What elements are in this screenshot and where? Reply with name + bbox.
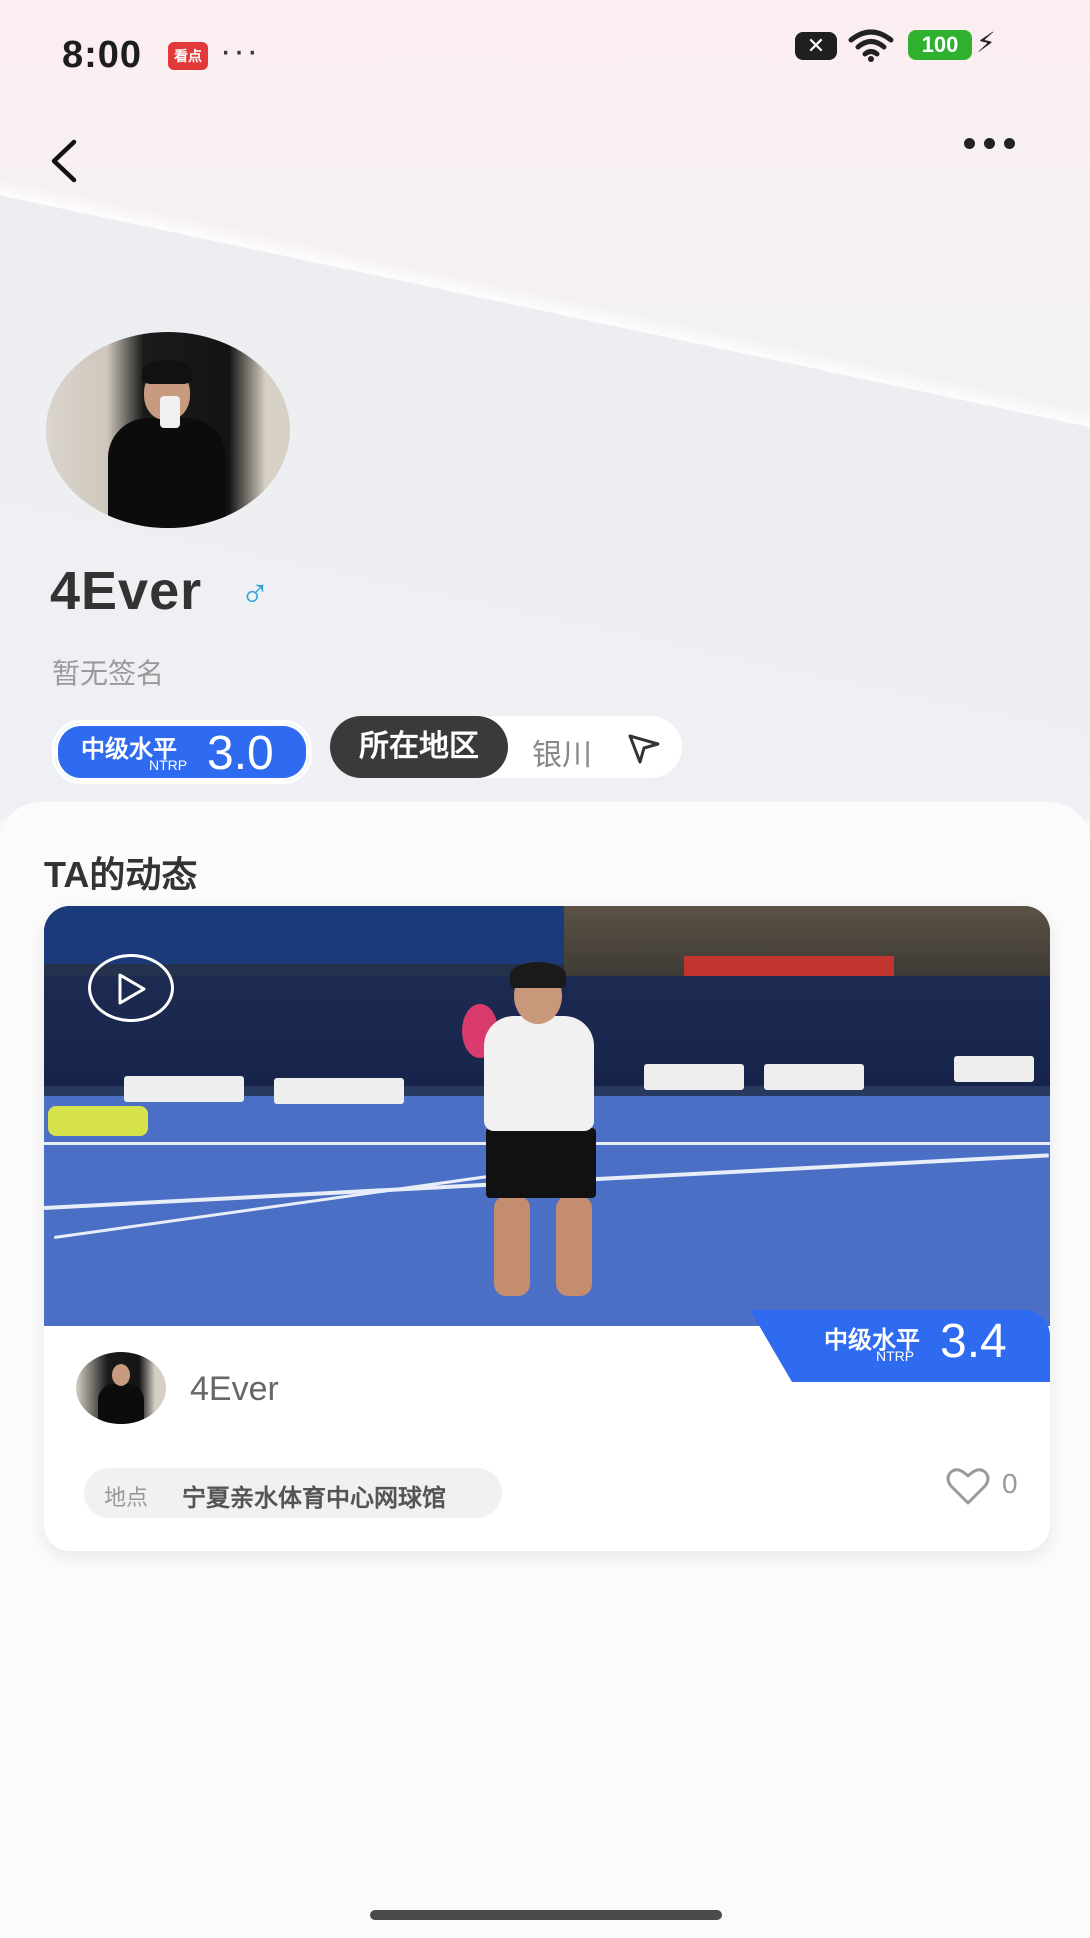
profile-signature: 暂无签名	[52, 658, 165, 689]
post-author-name[interactable]: 4Ever	[190, 1370, 279, 1409]
sim-status-icon: ✕	[795, 32, 837, 60]
location-value: 宁夏亲水体育中心网球馆	[182, 1485, 446, 1512]
status-time: 8:00	[62, 34, 143, 76]
post-video-thumbnail[interactable]	[44, 906, 1050, 1326]
post-level-ribbon: 中级水平 NTRP 3.4	[750, 1310, 1050, 1382]
post-level-value: 3.4	[940, 1315, 1007, 1368]
more-horizontal-icon	[964, 138, 975, 149]
app-badge-icon: 看点	[168, 42, 208, 70]
status-more-dots: ···	[220, 32, 260, 70]
chevron-left-icon	[51, 139, 77, 183]
play-button[interactable]	[88, 954, 174, 1022]
play-icon	[118, 973, 146, 1005]
post-level-sub-label: NTRP	[876, 1348, 915, 1364]
level-sub-label: NTRP	[149, 757, 188, 773]
region-value: 银川	[532, 739, 592, 772]
home-indicator[interactable]	[370, 1910, 722, 1920]
post-author-avatar[interactable]	[76, 1352, 166, 1424]
region-chip[interactable]: 所在地区 银川	[330, 716, 682, 778]
battery-indicator: 100	[908, 30, 972, 60]
charging-bolt-icon: ⚡	[976, 27, 996, 58]
post-location-chip[interactable]: 地点 宁夏亲水体育中心网球馆	[84, 1468, 502, 1518]
post-card[interactable]: 中级水平 NTRP 3.4 4Ever 地点 宁夏亲水体育中心网球馆 0	[44, 906, 1050, 1551]
like-count: 0	[1002, 1468, 1018, 1499]
profile-username: 4Ever	[50, 561, 203, 621]
profile-avatar[interactable]	[46, 332, 290, 528]
more-options-button[interactable]	[964, 136, 1028, 158]
ntrp-level-badge: 中级水平 NTRP 3.0	[52, 720, 312, 784]
section-title: TA的动态	[44, 854, 198, 895]
level-value: 3.0	[207, 727, 274, 780]
region-label: 所在地区	[330, 716, 508, 778]
location-arrow-icon	[628, 734, 660, 764]
male-gender-icon: ♂	[240, 572, 270, 616]
like-heart-icon[interactable]	[946, 1466, 990, 1506]
wifi-icon	[848, 29, 894, 62]
back-button[interactable]	[44, 136, 84, 186]
location-key: 地点	[104, 1485, 149, 1510]
